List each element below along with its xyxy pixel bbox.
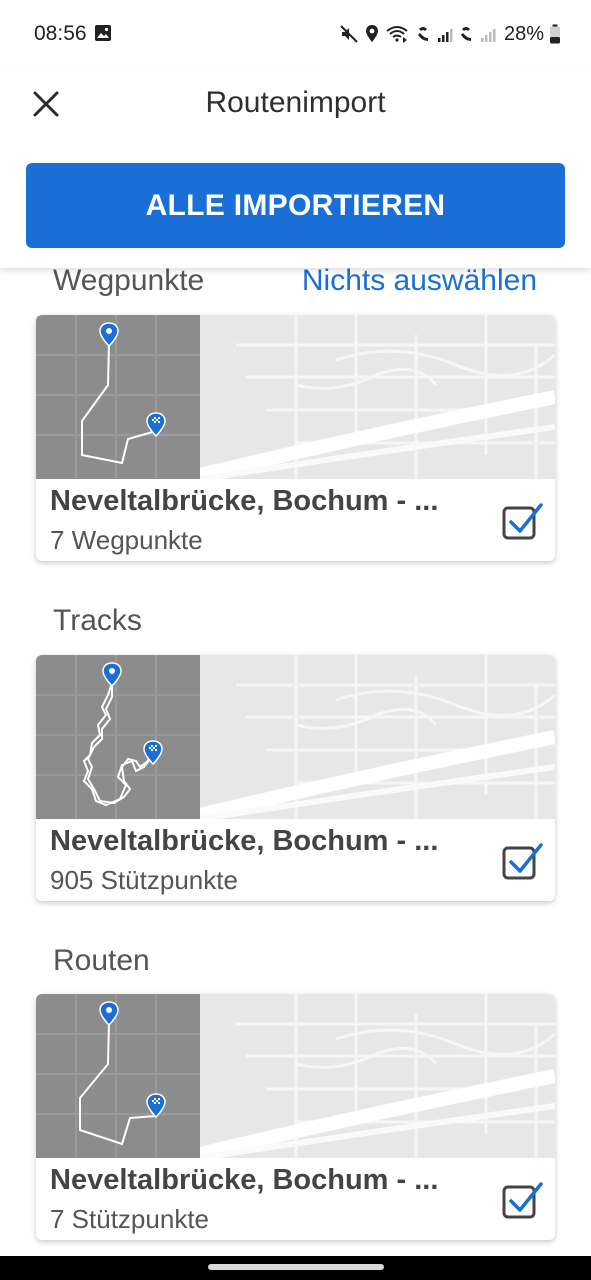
home-gesture-handle[interactable]: [208, 1264, 384, 1270]
route-import-list[interactable]: Wegpunkte Nichts auswählen Neveltalbrück…: [0, 268, 591, 1256]
route-thumbnail: [36, 655, 200, 819]
checkbox-checked-icon[interactable]: [502, 1180, 544, 1220]
volte2-signal-icon: [460, 27, 496, 42]
route-map-preview: [36, 994, 555, 1158]
section-heading-routes: Routen: [53, 944, 150, 977]
system-navigation-bar: [0, 1256, 591, 1280]
volte-signal-icon: [417, 27, 453, 42]
mute-icon: [340, 25, 358, 43]
gallery-icon: [95, 25, 111, 41]
route-map-preview: [36, 315, 555, 479]
section-heading-waypoints: Wegpunkte: [53, 268, 205, 297]
checkbox-checked-icon[interactable]: [502, 501, 544, 541]
route-thumbnail: [36, 994, 200, 1158]
checkbox-checked-icon[interactable]: [502, 841, 544, 881]
page-title: Routenimport: [205, 86, 386, 119]
battery-percentage: 28%: [503, 22, 544, 45]
route-map-preview: [36, 655, 555, 819]
map-pin-icon: [102, 662, 122, 688]
route-point-count: 7 Stützpunkte: [50, 1204, 209, 1234]
wifi-call-icon: [386, 26, 408, 43]
section-heading-tracks: Tracks: [53, 604, 142, 637]
waypoints-card[interactable]: Neveltalbrücke, Bochum - ... 7 Wegpunkte: [36, 315, 555, 561]
route-title: Neveltalbrücke, Bochum - ...: [50, 825, 439, 857]
route-title: Neveltalbrücke, Bochum - ...: [50, 485, 439, 517]
status-icons: 28%: [339, 20, 561, 48]
app-header: Routenimport ALLE IMPORTIEREN: [0, 68, 591, 268]
finish-flag-pin-icon: [143, 740, 163, 766]
deselect-all-link[interactable]: Nichts auswählen: [302, 268, 537, 298]
routes-card[interactable]: Neveltalbrücke, Bochum - ... 7 Stützpunk…: [36, 994, 555, 1240]
route-title: Neveltalbrücke, Bochum - ...: [50, 1164, 439, 1196]
status-bar: 08:56 28%: [0, 0, 591, 68]
battery-icon: [550, 24, 560, 44]
location-icon: [365, 25, 378, 42]
status-time: 08:56: [34, 22, 87, 45]
import-all-button[interactable]: ALLE IMPORTIEREN: [26, 163, 565, 248]
tracks-card[interactable]: Neveltalbrücke, Bochum - ... 905 Stützpu…: [36, 655, 555, 901]
route-point-count: 7 Wegpunkte: [50, 525, 203, 555]
route-point-count: 905 Stützpunkte: [50, 865, 238, 895]
route-thumbnail: [36, 315, 200, 479]
